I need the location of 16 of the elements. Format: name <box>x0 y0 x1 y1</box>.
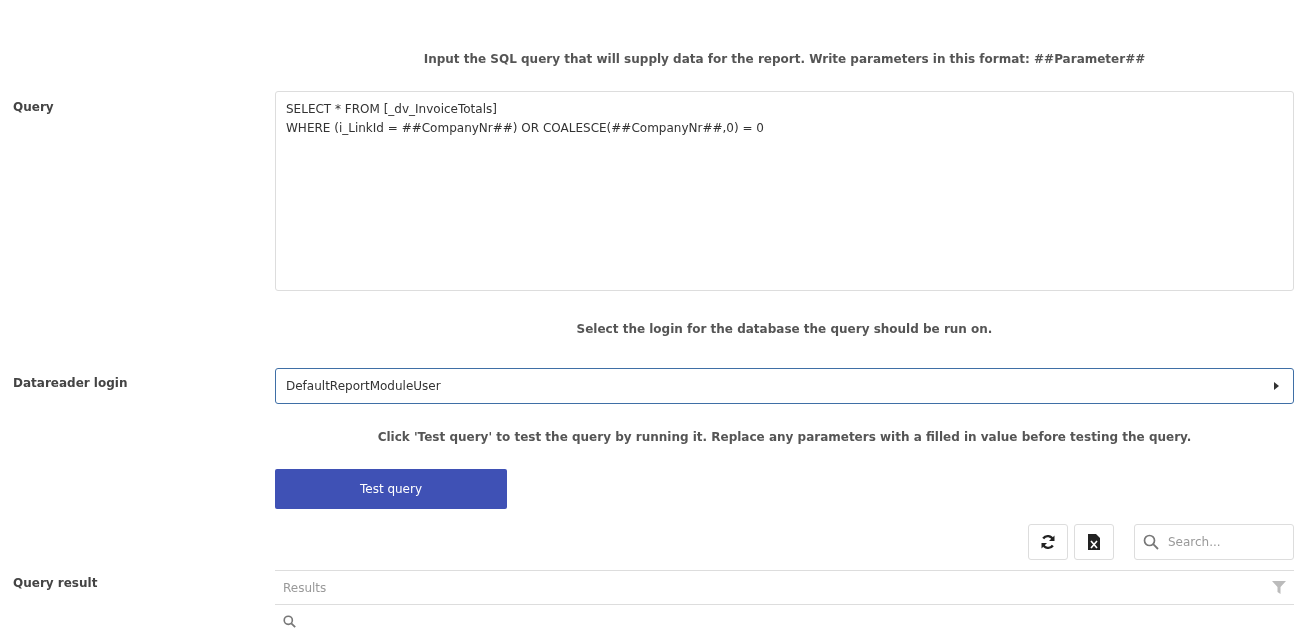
query-field[interactable]: SELECT * FROM [_dv_InvoiceTotals] WHERE (i_LinkId = ##CompanyNr##) OR COALESCE(##CompanyNr##,0) = 0 <box>275 91 1294 291</box>
hint-text: Select the login for the database the query should be run on. <box>575 322 994 336</box>
login-dropdown[interactable]: DefaultReportModuleUser <box>275 368 1294 404</box>
excel-export-button[interactable] <box>1074 524 1114 560</box>
field-label: Query <box>13 100 54 114</box>
refresh-icon <box>1040 534 1056 550</box>
hint-text: Click 'Test query' to test the query by running it. Replace any parameters with a filled in value before testing the query. <box>376 430 1193 444</box>
hint-text: Input the SQL query that will supply data for the report. Write parameters in this format: ##Parameter## <box>422 52 1147 66</box>
refresh-button[interactable] <box>1028 524 1068 560</box>
caret-icon <box>1274 382 1279 390</box>
search-field[interactable]: Search... <box>1134 524 1294 560</box>
spreadsheet-file-icon <box>1088 534 1100 550</box>
field-label: Datareader login <box>13 376 128 390</box>
search-icon <box>283 615 296 628</box>
field-label: Query result <box>13 576 98 590</box>
test-query-button[interactable]: Test query <box>275 469 507 509</box>
